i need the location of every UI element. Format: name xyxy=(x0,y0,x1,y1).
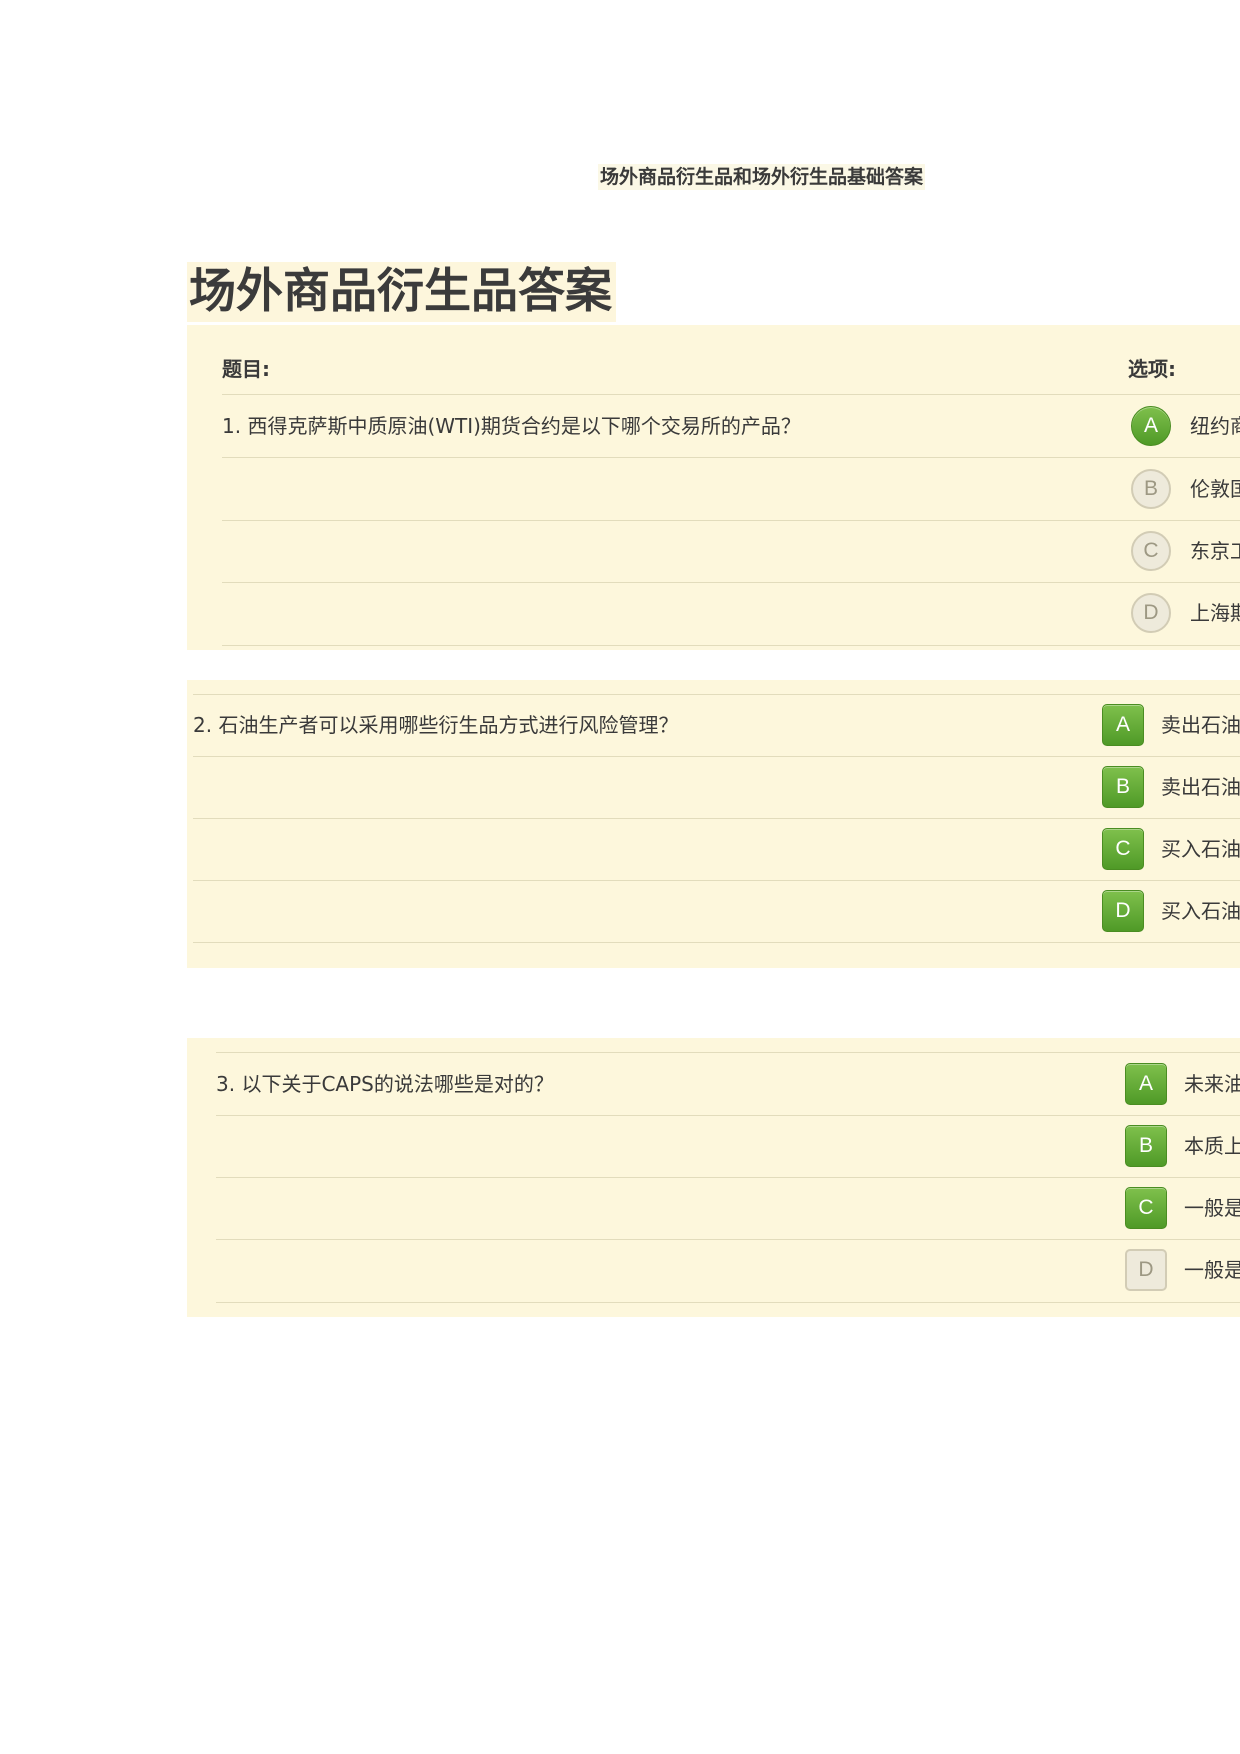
option-text: 买入石油 xyxy=(1161,899,1240,923)
option-badge-d[interactable]: D xyxy=(1131,593,1171,633)
option-badge-b[interactable]: B xyxy=(1131,469,1171,509)
option-text: 纽约商 xyxy=(1190,414,1240,438)
option-text: 伦敦国 xyxy=(1190,477,1240,501)
option-text: 本质上 xyxy=(1184,1134,1240,1158)
option-badge-c[interactable]: C xyxy=(1125,1187,1167,1229)
divider xyxy=(193,942,1240,943)
options-column-header: 选项: xyxy=(1128,357,1176,381)
document-title: 场外商品衍生品和场外衍生品基础答案 xyxy=(598,164,926,190)
option-row: B 卖出石油 xyxy=(193,756,1240,818)
question-block-2: 2. 石油生产者可以采用哪些衍生品方式进行风险管理？ A 卖出石油 B 卖出石油… xyxy=(187,680,1240,968)
option-row: B 伦敦国 xyxy=(222,458,1240,520)
option-text: 未来油 xyxy=(1184,1072,1240,1096)
option-row: C 一般是 xyxy=(216,1177,1240,1239)
option-row: B 本质上 xyxy=(216,1115,1240,1177)
option-badge-c[interactable]: C xyxy=(1102,828,1144,870)
table-header: 题目: 选项: xyxy=(222,325,1240,405)
option-badge-a[interactable]: A xyxy=(1131,406,1171,446)
option-badge-a[interactable]: A xyxy=(1102,704,1144,746)
question-text: 3. 以下关于CAPS的说法哪些是对的？ xyxy=(216,1072,554,1096)
option-badge-d[interactable]: D xyxy=(1125,1249,1167,1291)
question-text: 1. 西得克萨斯中质原油(WTI)期货合约是以下哪个交易所的产品？ xyxy=(222,414,801,438)
option-row: D 买入石油 xyxy=(193,880,1240,942)
option-row: D 一般是 xyxy=(216,1239,1240,1301)
divider xyxy=(216,1302,1240,1303)
option-text: 一般是 xyxy=(1184,1258,1240,1282)
question-column-header: 题目: xyxy=(222,357,270,381)
question-row: 2. 石油生产者可以采用哪些衍生品方式进行风险管理？ A 卖出石油 xyxy=(193,694,1240,756)
option-badge-d[interactable]: D xyxy=(1102,890,1144,932)
question-block-3: 3. 以下关于CAPS的说法哪些是对的？ A 未来油 B 本质上 C 一般是 D… xyxy=(187,1038,1240,1317)
question-text: 2. 石油生产者可以采用哪些衍生品方式进行风险管理？ xyxy=(193,713,679,737)
option-badge-b[interactable]: B xyxy=(1102,766,1144,808)
option-text: 东京工 xyxy=(1190,539,1240,563)
option-row: C 东京工 xyxy=(222,520,1240,582)
section-heading: 场外商品衍生品答案 xyxy=(187,262,616,322)
option-badge-c[interactable]: C xyxy=(1131,531,1171,571)
divider xyxy=(222,645,1240,646)
option-row: D 上海期 xyxy=(222,582,1240,644)
option-text: 一般是 xyxy=(1184,1196,1240,1220)
option-text: 买入石油 xyxy=(1161,837,1240,861)
question-row: 3. 以下关于CAPS的说法哪些是对的？ A 未来油 xyxy=(216,1053,1240,1115)
document-page: 场外商品衍生品和场外衍生品基础答案 场外商品衍生品答案 题目: 选项: 1. 西… xyxy=(0,0,1240,1754)
option-text: 卖出石油 xyxy=(1161,775,1240,799)
option-row: C 买入石油 xyxy=(193,818,1240,880)
option-text: 上海期 xyxy=(1190,601,1240,625)
question-row: 1. 西得克萨斯中质原油(WTI)期货合约是以下哪个交易所的产品？ A 纽约商 xyxy=(222,395,1240,457)
option-text: 卖出石油 xyxy=(1161,713,1240,737)
question-block-1: 题目: 选项: 1. 西得克萨斯中质原油(WTI)期货合约是以下哪个交易所的产品… xyxy=(187,325,1240,650)
option-badge-b[interactable]: B xyxy=(1125,1125,1167,1167)
option-badge-a[interactable]: A xyxy=(1125,1063,1167,1105)
